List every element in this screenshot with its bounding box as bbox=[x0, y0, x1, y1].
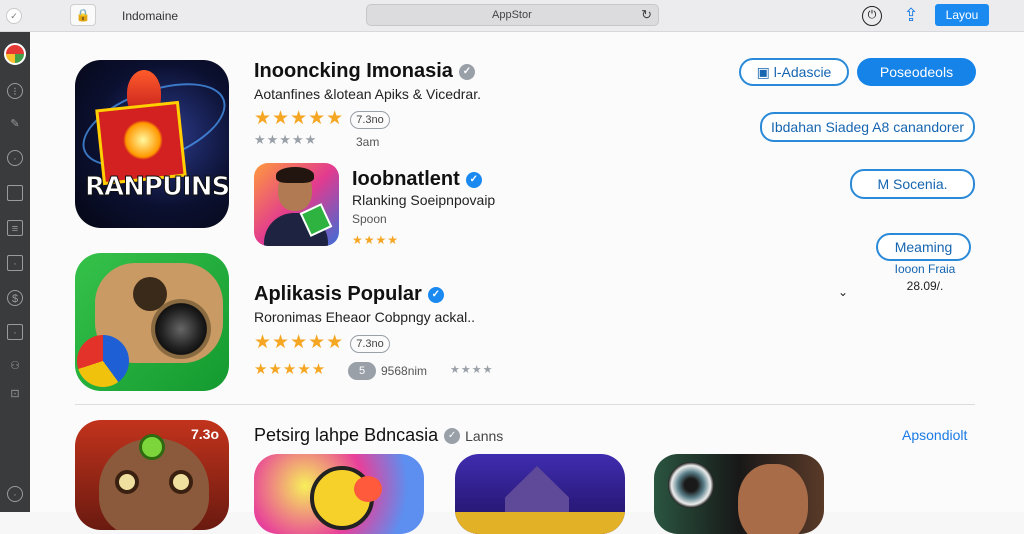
verified-icon: ✓ bbox=[444, 428, 461, 445]
burst-graphic bbox=[123, 120, 163, 160]
document-icon[interactable]: ≡ bbox=[7, 220, 23, 236]
app-icon-controller[interactable] bbox=[75, 253, 229, 391]
chat-icon: ▣ bbox=[756, 64, 774, 80]
app-meta: 9568nim bbox=[381, 364, 428, 378]
section-title-text: Petsirg lahpe Bdncasia bbox=[254, 425, 439, 445]
app-thumb-portrait[interactable] bbox=[654, 454, 824, 534]
app-icon-text: RANPUINS bbox=[84, 172, 229, 203]
meaning-button[interactable]: Meaming bbox=[876, 233, 971, 261]
icon-tag: 7.3o bbox=[190, 426, 219, 442]
rating-pill: 7.3no bbox=[350, 111, 390, 129]
section-divider bbox=[75, 404, 975, 405]
app-logo-icon: ✓ bbox=[6, 8, 22, 24]
download-button[interactable]: Poseodeols bbox=[857, 58, 976, 86]
sidebar: ⁝ ✎ · ≡ · $ · ⚇ ⊡ · bbox=[0, 32, 30, 512]
count-pill: 5 bbox=[348, 362, 376, 380]
settings-icon[interactable]: · bbox=[7, 486, 23, 502]
section-title: Petsirg lahpe Bdncasia ✓ Lanns bbox=[254, 425, 503, 446]
users-icon[interactable]: ⚇ bbox=[7, 358, 23, 374]
address-bar[interactable]: AppStor ↻ bbox=[366, 4, 659, 26]
chrome-logo-icon[interactable] bbox=[4, 43, 26, 65]
side-note: Iooon Fraia bbox=[894, 262, 956, 276]
verified-icon: ✓ bbox=[427, 286, 444, 303]
app-title-text: Ioobnatlent bbox=[352, 168, 460, 190]
app-title-text: Aplikasis Popular bbox=[254, 283, 422, 305]
lens-graphic bbox=[151, 299, 211, 359]
face-graphic bbox=[738, 464, 808, 534]
image-icon[interactable]: · bbox=[7, 255, 23, 271]
gem-graphic bbox=[139, 434, 165, 460]
compass-icon[interactable]: · bbox=[7, 150, 23, 166]
see-all-link[interactable]: Apsondiolt bbox=[902, 427, 967, 443]
portrait-hair bbox=[276, 167, 314, 183]
secondary-stars: ★★★★★ bbox=[254, 132, 318, 147]
grid-icon[interactable]: ⁝ bbox=[7, 83, 23, 99]
rating-stars: ★★★★ bbox=[352, 233, 400, 247]
chat-icon[interactable]: · bbox=[7, 324, 23, 340]
app-icon-portrait[interactable] bbox=[254, 163, 339, 246]
side-date: 28.09/. bbox=[906, 279, 944, 293]
rating-pill: 7.3no bbox=[350, 335, 390, 353]
bird-small-graphic bbox=[354, 476, 382, 502]
reload-icon[interactable]: ↻ bbox=[641, 7, 652, 23]
address-text: AppStor bbox=[492, 9, 532, 21]
window-icon[interactable] bbox=[7, 185, 23, 201]
rating-stars: ★★★★★ bbox=[254, 108, 345, 129]
chevron-down-icon[interactable]: ⌄ bbox=[838, 285, 848, 299]
details-button[interactable]: Ibdahan Siadeg A8 canandorer bbox=[760, 112, 975, 142]
app-title[interactable]: Inooncking Imonasia ✓ bbox=[254, 60, 475, 83]
app-meta: 3am bbox=[356, 135, 380, 149]
gold-graphic bbox=[455, 512, 625, 534]
dollar-icon[interactable]: $ bbox=[7, 290, 23, 306]
verified-icon: ✓ bbox=[465, 171, 482, 188]
app-icon-owl[interactable]: 7.3o bbox=[75, 420, 229, 530]
app-thumb-bird[interactable] bbox=[254, 454, 424, 534]
browser-toolbar: ✓ 🔒 Indomaine AppStor ↻ ⏻ ⇪ Layou bbox=[0, 0, 1024, 32]
app-meta: Spoon bbox=[352, 212, 387, 226]
owl-eye-right bbox=[169, 470, 193, 494]
owl-eye-left bbox=[115, 470, 139, 494]
layout-button[interactable]: Layou bbox=[935, 4, 989, 26]
rating-stars: ★★★★★ bbox=[254, 332, 345, 353]
tertiary-stars: ★★★★ bbox=[450, 364, 494, 376]
verified-icon: ✓ bbox=[458, 63, 475, 80]
app-thumb-castle[interactable] bbox=[455, 454, 625, 534]
app-icon-featured[interactable]: RANPUINS bbox=[75, 60, 229, 228]
ball-graphic bbox=[77, 335, 129, 387]
message-button-label: l-Adascie bbox=[773, 64, 832, 80]
app-subtitle: Rlanking Soeipnpovaip bbox=[352, 192, 496, 208]
section-suffix: Lanns bbox=[465, 428, 504, 444]
app-title-text: Inooncking Imonasia bbox=[254, 60, 453, 82]
app-subtitle: Roronimas Eheaor Cobpngy ackal.. bbox=[254, 309, 476, 325]
controller-icon[interactable]: ⊡ bbox=[7, 386, 23, 402]
lens-graphic bbox=[668, 462, 714, 508]
social-button[interactable]: M Socenia. bbox=[850, 169, 975, 199]
app-title[interactable]: Ioobnatlent ✓ bbox=[352, 168, 482, 191]
message-button[interactable]: ▣ l-Adascie bbox=[739, 58, 849, 86]
edit-icon[interactable]: ✎ bbox=[7, 116, 23, 132]
secondary-stars: ★★★★★ bbox=[254, 361, 327, 378]
app-subtitle: Aotanfines &lotean Apiks & Vicedrar. bbox=[254, 86, 481, 102]
window-title: Indomaine bbox=[122, 9, 179, 23]
app-title[interactable]: Aplikasis Popular ✓ bbox=[254, 283, 444, 306]
lock-icon[interactable]: 🔒 bbox=[70, 4, 96, 26]
share-icon[interactable]: ⇪ bbox=[900, 4, 922, 28]
power-icon[interactable]: ⏻ bbox=[862, 6, 882, 26]
